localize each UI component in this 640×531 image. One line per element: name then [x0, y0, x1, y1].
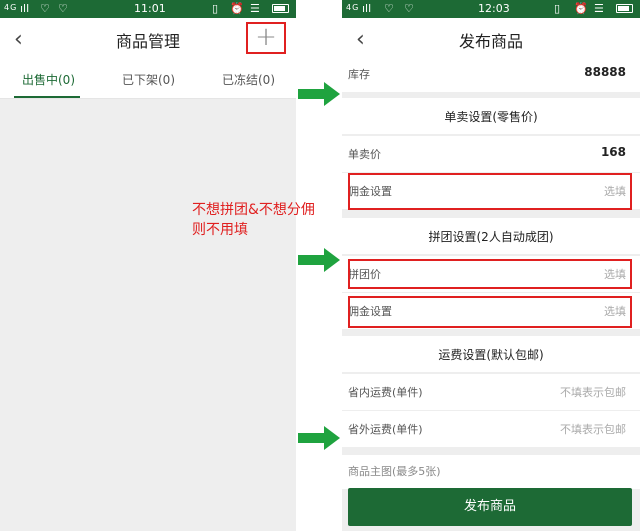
shield-icon: ♡	[40, 2, 50, 15]
vibrate-icon: ▯	[554, 2, 561, 15]
single-price-label: 单卖价	[348, 148, 381, 161]
network-label: 4G	[346, 3, 360, 12]
single-price-value[interactable]: 168	[601, 145, 626, 159]
shield-icon: ♡	[384, 2, 394, 15]
signal-icon: ıll	[20, 2, 30, 15]
alarm-icon: ⏰	[574, 2, 588, 15]
nav-bar: ‹ 商品管理 +	[0, 18, 296, 62]
outer-shipping-input[interactable]: 不填表示包邮	[560, 421, 626, 437]
publish-button[interactable]: 发布商品	[348, 488, 632, 526]
stock-row[interactable]: 库存 88888	[342, 56, 640, 92]
outer-shipping-row[interactable]: 省外运费(单件) 不填表示包邮	[342, 411, 640, 447]
status-bar: 4G ıll ♡ ♡ 12:03 ▯ ⏰ ☰	[342, 0, 640, 18]
network-label: 4G	[4, 3, 18, 12]
annotation-line: 则不用填	[192, 222, 248, 238]
clock: 11:01	[134, 2, 166, 15]
battery-icon	[272, 4, 289, 13]
arrow-icon	[298, 82, 340, 106]
left-phone-screen: 4G ıll ♡ ♡ 11:01 ▯ ⏰ ☰ ‹ 商品管理 + 出售中(0) 已…	[0, 0, 296, 531]
main-images-row[interactable]: 商品主图(最多5张)	[342, 455, 640, 489]
shipping-section-title: 运费设置(默认包邮)	[342, 336, 640, 372]
single-sale-section-title: 单卖设置(零售价)	[342, 98, 640, 134]
page-title: 发布商品	[458, 32, 523, 51]
app-icon: ♡	[58, 2, 68, 15]
main-images-label: 商品主图(最多5张)	[348, 465, 441, 478]
tab-on-sale[interactable]: 出售中(0)	[22, 71, 75, 88]
stock-label: 库存	[348, 68, 370, 81]
status-tabs: 出售中(0) 已下架(0) 已冻结(0)	[0, 62, 296, 98]
inner-shipping-input[interactable]: 不填表示包邮	[560, 384, 626, 400]
group-buy-section-title: 拼团设置(2人自动成团)	[342, 218, 640, 254]
app-icon: ♡	[404, 2, 414, 15]
inner-shipping-label: 省内运费(单件)	[348, 386, 423, 399]
tabs-divider	[0, 98, 296, 99]
signal-icon: ıll	[362, 2, 372, 15]
single-price-row[interactable]: 单卖价 168	[342, 136, 640, 172]
inner-shipping-row[interactable]: 省内运费(单件) 不填表示包邮	[342, 374, 640, 410]
highlight-box	[348, 296, 632, 328]
battery-icon	[616, 4, 633, 13]
alarm-icon: ⏰	[230, 2, 244, 15]
status-bar: 4G ıll ♡ ♡ 11:01 ▯ ⏰ ☰	[0, 0, 296, 18]
annotation-note: 不想拼团&不想分佣 则不用填	[192, 200, 342, 240]
wifi-icon: ☰	[594, 2, 604, 15]
vibrate-icon: ▯	[212, 2, 219, 15]
clock: 12:03	[478, 2, 510, 15]
highlight-box	[348, 173, 632, 210]
wifi-icon: ☰	[250, 2, 260, 15]
tab-delisted[interactable]: 已下架(0)	[122, 71, 175, 88]
add-product-button[interactable]: +	[246, 22, 286, 54]
outer-shipping-label: 省外运费(单件)	[348, 423, 423, 436]
arrow-icon	[298, 426, 340, 450]
stock-value[interactable]: 88888	[584, 65, 626, 79]
tab-frozen[interactable]: 已冻结(0)	[222, 71, 275, 88]
highlight-box	[348, 259, 632, 289]
annotation-line: 不想拼团&不想分佣	[192, 202, 315, 218]
right-phone-screen: 4G ıll ♡ ♡ 12:03 ▯ ⏰ ☰ ‹ 发布商品 库存 88888 单…	[342, 0, 640, 531]
arrow-icon	[298, 248, 340, 272]
